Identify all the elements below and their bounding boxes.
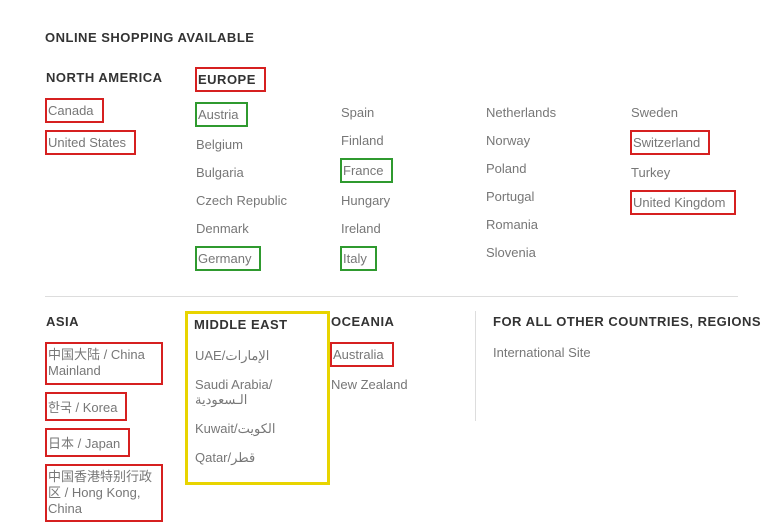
country-romania[interactable]: Romania xyxy=(485,214,546,235)
country-korea[interactable]: 한국 / Korea xyxy=(45,392,127,421)
country-japan[interactable]: 日本 / Japan xyxy=(45,428,130,457)
region-other: FOR ALL OTHER COUNTRIES, REGIONS Interna… xyxy=(475,311,769,421)
country-spain[interactable]: Spain xyxy=(340,102,382,123)
country-austria[interactable]: Austria xyxy=(195,102,248,127)
section-divider xyxy=(45,296,738,297)
region-oceania: OCEANIA Australia New Zealand xyxy=(330,311,475,529)
heading-other-countries: FOR ALL OTHER COUNTRIES, REGIONS xyxy=(492,311,769,332)
heading-oceania: OCEANIA xyxy=(330,311,402,332)
country-china-mainland[interactable]: 中国大陆 / China Mainland xyxy=(45,342,163,385)
country-new-zealand[interactable]: New Zealand xyxy=(330,374,416,395)
country-hong-kong[interactable]: 中国香港特别行政区 / Hong Kong, China xyxy=(45,464,163,523)
heading-asia: ASIA xyxy=(45,311,87,332)
country-australia[interactable]: Australia xyxy=(330,342,394,367)
country-denmark[interactable]: Denmark xyxy=(195,218,257,239)
country-kuwait[interactable]: Kuwait/الكويت xyxy=(194,418,284,440)
heading-north-america: NORTH AMERICA xyxy=(45,67,171,88)
country-ireland[interactable]: Ireland xyxy=(340,218,389,239)
country-italy[interactable]: Italy xyxy=(340,246,377,271)
heading-europe: EUROPE xyxy=(195,67,266,92)
region-europe: EUROPE Austria Belgium Bulgaria Czech Re… xyxy=(195,67,775,278)
middle-east-highlight-box: MIDDLE EAST UAE/الإمارات Saudi Arabia/ال… xyxy=(185,311,330,485)
country-sweden[interactable]: Sweden xyxy=(630,102,686,123)
country-poland[interactable]: Poland xyxy=(485,158,534,179)
country-united-kingdom[interactable]: United Kingdom xyxy=(630,190,736,215)
country-slovenia[interactable]: Slovenia xyxy=(485,242,544,263)
country-finland[interactable]: Finland xyxy=(340,130,392,151)
country-canada[interactable]: Canada xyxy=(45,98,104,123)
country-uae[interactable]: UAE/الإمارات xyxy=(194,345,277,367)
country-czech-republic[interactable]: Czech Republic xyxy=(195,190,295,211)
heading-middle-east: MIDDLE EAST xyxy=(194,314,296,335)
country-belgium[interactable]: Belgium xyxy=(195,134,251,155)
country-saudi-arabia[interactable]: Saudi Arabia/الـسعودية xyxy=(194,374,321,411)
country-norway[interactable]: Norway xyxy=(485,130,538,151)
link-international-site[interactable]: International Site xyxy=(492,342,599,363)
country-qatar[interactable]: Qatar/قطر xyxy=(194,447,263,469)
page-title: ONLINE SHOPPING AVAILABLE xyxy=(45,30,783,45)
country-united-states[interactable]: United States xyxy=(45,130,136,155)
bottom-regions: ASIA 中国大陆 / China Mainland 한국 / Korea 日本… xyxy=(45,311,783,529)
country-turkey[interactable]: Turkey xyxy=(630,162,678,183)
country-portugal[interactable]: Portugal xyxy=(485,186,542,207)
country-france[interactable]: France xyxy=(340,158,393,183)
country-netherlands[interactable]: Netherlands xyxy=(485,102,564,123)
region-north-america: NORTH AMERICA Canada United States xyxy=(45,67,179,278)
country-bulgaria[interactable]: Bulgaria xyxy=(195,162,252,183)
country-switzerland[interactable]: Switzerland xyxy=(630,130,710,155)
region-asia: ASIA 中国大陆 / China Mainland 한국 / Korea 日本… xyxy=(45,311,185,529)
top-regions: NORTH AMERICA Canada United States EUROP… xyxy=(45,67,783,278)
country-germany[interactable]: Germany xyxy=(195,246,261,271)
region-middle-east: MIDDLE EAST UAE/الإمارات Saudi Arabia/ال… xyxy=(185,311,330,529)
country-hungary[interactable]: Hungary xyxy=(340,190,398,211)
